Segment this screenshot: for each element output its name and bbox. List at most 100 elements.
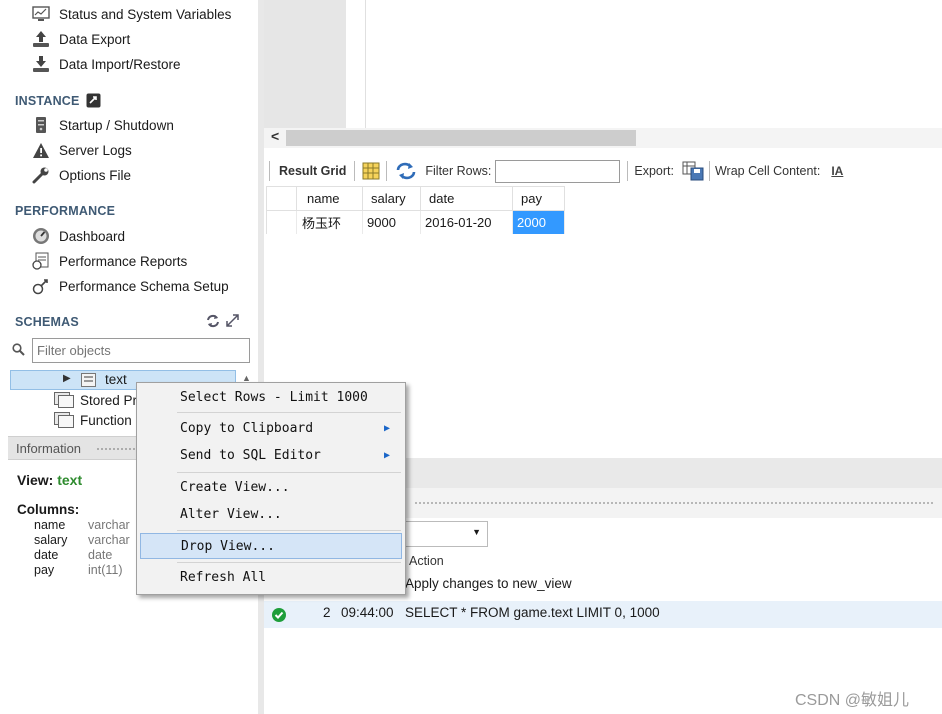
toolbar-divider <box>386 161 388 181</box>
nav-label: Data Export <box>59 31 131 47</box>
nav-label: Performance Reports <box>59 253 188 269</box>
export-icon[interactable] <box>682 161 704 181</box>
watermark: CSDN @敏姐儿 <box>795 692 910 709</box>
view-name: text <box>57 472 83 488</box>
wrench-icon <box>32 166 50 184</box>
toolbar-divider <box>627 161 629 181</box>
instance-section-title: INSTANCE <box>15 93 101 108</box>
grid-cell[interactable]: 2016-01-20 <box>420 210 513 234</box>
menu-label: Send to SQL Editor <box>180 447 321 463</box>
tree-item-label: Stored Pr <box>80 392 138 408</box>
reports-icon <box>32 252 50 270</box>
menu-label: Create View... <box>180 479 290 495</box>
editor-gutter <box>264 0 346 128</box>
output-type-select[interactable]: ▼ <box>394 521 488 547</box>
search-icon <box>12 343 25 359</box>
grid-cell-selected[interactable]: 2000 <box>512 210 565 234</box>
result-toolbar: Result Grid Filter Rows: Export: Wrap Ce… <box>264 156 942 186</box>
procedures-folder-icon <box>54 392 74 408</box>
dashboard-icon <box>32 227 50 245</box>
grid-view-icon[interactable] <box>362 162 380 180</box>
grid-cell[interactable]: 9000 <box>362 210 421 234</box>
menu-separator <box>177 562 401 563</box>
nav-status-system-variables[interactable]: Status and System Variables <box>32 3 231 25</box>
wrap-cell-icon[interactable]: IA <box>831 164 843 178</box>
schema-setup-icon <box>32 277 50 295</box>
menu-separator <box>177 472 401 473</box>
columns-label: Columns: <box>17 502 80 517</box>
nav-server-logs[interactable]: Server Logs <box>32 139 132 161</box>
toolbar-divider <box>269 161 270 181</box>
nav-label: Options File <box>59 167 132 183</box>
nav-data-import[interactable]: Data Import/Restore <box>32 53 181 75</box>
view-label: View: <box>17 472 54 488</box>
menu-label: Refresh All <box>180 569 267 585</box>
horizontal-scrollbar[interactable]: < <box>264 128 942 148</box>
column-type: int(11) <box>88 563 123 577</box>
nav-label: Performance Schema Setup <box>59 278 229 294</box>
menu-separator <box>177 412 401 413</box>
schemas-section-title: SCHEMAS <box>15 315 79 329</box>
functions-folder-icon <box>54 412 74 428</box>
column-row: date date <box>34 548 130 563</box>
nav-options-file[interactable]: Options File <box>32 164 131 186</box>
nav-data-export[interactable]: Data Export <box>32 28 130 50</box>
nav-startup-shutdown[interactable]: Startup / Shutdown <box>32 114 174 136</box>
menu-item-select-rows[interactable]: Select Rows - Limit 1000 <box>140 384 402 410</box>
column-name: pay <box>34 563 55 577</box>
nav-performance-reports[interactable]: Performance Reports <box>32 250 187 272</box>
columns-list: name varchar salary varchar date date pay in… <box>34 518 130 578</box>
success-check-icon <box>272 608 286 625</box>
expand-panel-icon[interactable] <box>226 314 239 330</box>
refresh-icon[interactable] <box>395 162 417 180</box>
menu-item-drop-view[interactable]: Drop View... <box>140 533 402 559</box>
menu-item-send-to-sql-editor[interactable]: Send to SQL Editor ▶ <box>140 442 402 468</box>
result-grid: name salary date pay 杨玉环 9000 2016-01-20… <box>266 186 565 234</box>
nav-dashboard[interactable]: Dashboard <box>32 225 125 247</box>
filter-objects-input[interactable] <box>32 338 250 363</box>
tree-item-label: Function <box>80 412 132 428</box>
result-grid-button[interactable]: Result Grid <box>279 164 346 178</box>
grid-cell[interactable]: 杨玉环 <box>296 210 363 234</box>
menu-separator <box>177 530 401 531</box>
wrap-cell-label: Wrap Cell Content: <box>714 164 821 178</box>
toolbar-divider <box>354 161 356 181</box>
import-icon <box>32 55 50 73</box>
nav-label: Startup / Shutdown <box>59 117 174 133</box>
export-icon <box>32 30 50 48</box>
scroll-left-arrow-icon[interactable]: < <box>271 128 279 144</box>
instance-status-icon <box>86 93 101 108</box>
menu-item-refresh-all[interactable]: Refresh All <box>140 564 402 590</box>
column-name: name <box>34 518 66 532</box>
navigator-sidebar: Status and System Variables Data Export … <box>8 0 258 714</box>
output-row-time: 09:44:00 <box>341 605 394 620</box>
menu-label: Select Rows - Limit 1000 <box>180 389 368 405</box>
grid-column-header[interactable]: pay <box>512 186 565 211</box>
view-icon <box>81 373 96 390</box>
toolbar-divider <box>708 161 710 181</box>
menu-item-alter-view[interactable]: Alter View... <box>140 501 402 527</box>
expand-arrow-icon[interactable]: ▶ <box>63 373 71 384</box>
refresh-schemas-icon[interactable] <box>206 314 220 331</box>
column-row: pay int(11) <box>34 563 130 578</box>
tree-item-stored-procedures[interactable]: Stored Pr <box>54 390 137 410</box>
tree-item-functions[interactable]: Function <box>54 410 132 430</box>
menu-item-copy-to-clipboard[interactable]: Copy to Clipboard ▶ <box>140 415 402 441</box>
filter-rows-label: Filter Rows: <box>425 164 492 178</box>
editor-area[interactable] <box>346 0 366 128</box>
output-row-selected[interactable]: 2 09:44:00 SELECT * FROM game.text LIMIT… <box>264 601 942 628</box>
information-tab[interactable]: Information <box>16 441 81 456</box>
row-header-cell[interactable] <box>266 210 297 234</box>
menu-item-create-view[interactable]: Create View... <box>140 474 402 500</box>
scrollbar-thumb[interactable] <box>286 130 636 146</box>
output-row-number: 2 <box>323 605 331 620</box>
grid-column-header[interactable]: date <box>420 186 513 211</box>
grid-column-header[interactable]: salary <box>362 186 421 211</box>
grid-column-header[interactable]: name <box>296 186 363 211</box>
table-row[interactable]: 杨玉环 9000 2016-01-20 2000 <box>266 210 565 234</box>
nav-label: Server Logs <box>59 142 132 158</box>
chevron-down-icon: ▼ <box>472 527 481 537</box>
nav-performance-schema-setup[interactable]: Performance Schema Setup <box>32 275 229 297</box>
filter-rows-input[interactable] <box>495 159 621 183</box>
drag-dots <box>414 501 934 505</box>
